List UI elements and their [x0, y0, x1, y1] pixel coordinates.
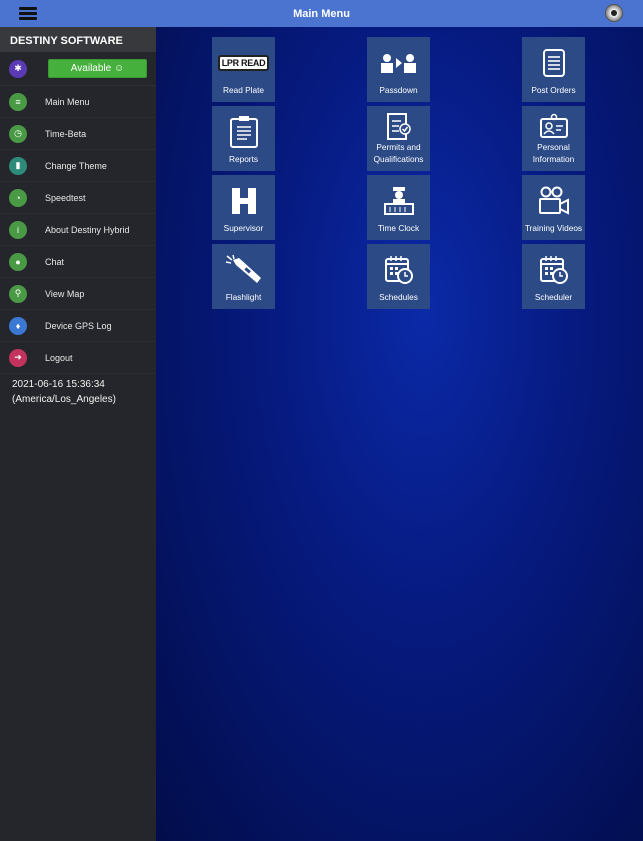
passdown-icon — [380, 43, 418, 83]
list-icon: ≡ — [9, 92, 27, 111]
sidebar: DESTINY SOFTWARE ✱ Available ☺ ≡ Main Men… — [0, 27, 156, 841]
tile-permits-and-qualifications[interactable]: Permits and Qualifications — [367, 106, 430, 171]
checklist-icon — [386, 110, 412, 141]
tile-flashlight[interactable]: Flashlight — [212, 244, 275, 309]
sidebar-item-speedtest[interactable]: ◔ Speedtest — [0, 182, 156, 214]
info-icon: i — [9, 220, 27, 239]
sidebar-item-device-gps-log[interactable]: ♦ Device GPS Log — [0, 310, 156, 342]
profile-badge-icon[interactable] — [605, 4, 623, 22]
tile-scheduler[interactable]: Scheduler — [522, 244, 585, 309]
sidebar-item-label: Main Menu — [45, 96, 90, 107]
sidebar-item-change-theme[interactable]: ▮ Change Theme — [0, 150, 156, 182]
speedometer-icon: ◔ — [9, 188, 27, 207]
time-clock-icon — [383, 181, 414, 221]
sidebar-item-logout[interactable]: ➜ Logout — [0, 342, 156, 374]
sidebar-item-label: About Destiny Hybrid — [45, 224, 130, 235]
tile-label: Time Clock — [377, 223, 420, 233]
clipboard-icon — [229, 112, 259, 152]
sidebar-item-label: View Map — [45, 288, 85, 299]
logout-icon: ➜ — [9, 348, 27, 367]
id-badge-icon — [539, 110, 569, 141]
tile-label: Supervisor — [223, 223, 264, 233]
gear-icon[interactable]: ✱ — [9, 59, 27, 78]
calendar-clock-icon — [384, 250, 414, 290]
tile-label: Schedules — [379, 292, 418, 302]
sidebar-item-label: Change Theme — [45, 160, 107, 171]
sidebar-item-chat[interactable]: ● Chat — [0, 246, 156, 278]
tile-label: Personal Information — [532, 142, 575, 164]
sidebar-item-label: Device GPS Log — [45, 320, 112, 331]
tile-reports[interactable]: Reports — [212, 106, 275, 171]
flashlight-icon — [225, 250, 263, 290]
pin-icon: ♦ — [9, 316, 27, 335]
sidebar-item-label: Logout — [45, 352, 73, 363]
supervisor-icon — [231, 181, 257, 221]
datetime-value: 2021-06-16 15:36:34 — [12, 379, 105, 390]
tile-label: Passdown — [379, 85, 418, 95]
tile-post-orders[interactable]: Post Orders — [522, 37, 585, 102]
lpr-plate-icon: LPR READ — [217, 43, 270, 83]
tile-label: Permits and Qualifications — [373, 142, 424, 164]
tile-supervisor[interactable]: Supervisor — [212, 175, 275, 240]
tile-label: Reports — [228, 154, 259, 164]
tile-label: Scheduler — [534, 292, 573, 302]
availability-button[interactable]: Available ☺ — [48, 59, 147, 78]
file-icon: ▮ — [9, 156, 27, 175]
tile-read-plate[interactable]: LPR READ Read Plate — [212, 37, 275, 102]
sidebar-item-time-beta[interactable]: ◷ Time-Beta — [0, 118, 156, 150]
datetime: 2021-06-16 15:36:34 (America/Los_Angeles… — [0, 374, 156, 410]
tile-label: Training Videos — [524, 223, 583, 233]
video-camera-icon — [538, 181, 570, 221]
sidebar-item-label: Time-Beta — [45, 128, 87, 139]
tile-label: Read Plate — [222, 85, 265, 95]
main-menu-grid: LPR READ Read Plate Passdown Post Orders Rep… — [156, 27, 643, 841]
tile-schedules[interactable]: Schedules — [367, 244, 430, 309]
chat-icon: ● — [9, 252, 27, 271]
sidebar-item-label: Speedtest — [45, 192, 86, 203]
tile-personal-information[interactable]: Personal Information — [522, 106, 585, 171]
map-pin-icon: ⚲ — [9, 284, 27, 303]
sidebar-title: DESTINY SOFTWARE — [0, 27, 156, 52]
hamburger-menu-icon[interactable] — [19, 7, 37, 21]
sidebar-item-view-map[interactable]: ⚲ View Map — [0, 278, 156, 310]
tile-passdown[interactable]: Passdown — [367, 37, 430, 102]
status-row: ✱ Available ☺ — [0, 52, 156, 86]
clock-icon: ◷ — [9, 124, 27, 143]
sidebar-item-main-menu[interactable]: ≡ Main Menu — [0, 86, 156, 118]
lpr-plate-text: LPR READ — [217, 55, 270, 71]
tile-label: Post Orders — [531, 85, 576, 95]
timezone: (America/Los_Angeles) — [12, 394, 116, 405]
tile-time-clock[interactable]: Time Clock — [367, 175, 430, 240]
tile-label: Flashlight — [225, 292, 262, 302]
sidebar-item-label: Chat — [45, 256, 65, 267]
list-document-icon — [542, 43, 565, 83]
top-bar: Main Menu — [0, 0, 643, 27]
sidebar-item-about-destiny-hybrid[interactable]: i About Destiny Hybrid — [0, 214, 156, 246]
tile-training-videos[interactable]: Training Videos — [522, 175, 585, 240]
page-title: Main Menu — [293, 7, 350, 20]
calendar-clock-icon — [539, 250, 569, 290]
